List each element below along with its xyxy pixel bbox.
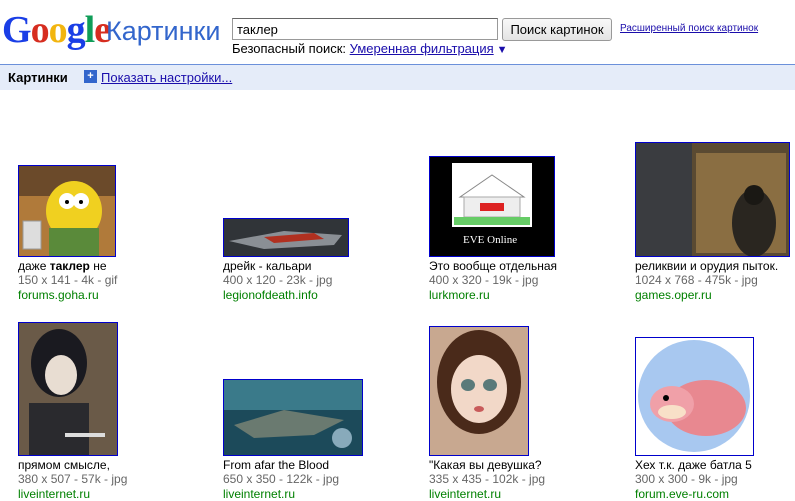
result-thumbnail[interactable] xyxy=(18,322,118,456)
logo-subtitle: Картинки xyxy=(106,16,221,46)
title-highlight: таклер xyxy=(49,259,90,273)
show-settings-link[interactable]: Показать настройки... xyxy=(101,70,232,85)
hooded-figure-image xyxy=(636,143,789,256)
dropdown-arrow-icon[interactable]: ▼ xyxy=(497,44,508,56)
plus-icon[interactable]: + xyxy=(84,70,97,83)
result-thumbnail[interactable] xyxy=(429,326,529,456)
result-meta: 400 x 320 - 19k - jpg xyxy=(429,273,539,287)
result-thumbnail[interactable] xyxy=(635,337,754,456)
result-site: liveinternet.ru xyxy=(223,487,296,501)
result-site: liveinternet.ru xyxy=(18,487,91,501)
logo-letter: G xyxy=(2,9,32,51)
title-text: не xyxy=(89,259,107,273)
result-meta: 335 x 435 - 102k - jpg xyxy=(429,472,546,486)
result-site: forums.goha.ru xyxy=(18,288,99,302)
result-title[interactable]: прямом смысле, xyxy=(18,458,110,472)
toolbar-title: Картинки xyxy=(8,70,68,85)
doll-with-cigarette-image xyxy=(19,323,117,455)
result-title[interactable]: From afar the Blood xyxy=(223,458,329,472)
google-logo-word: Google xyxy=(2,9,111,51)
pink-creature-image xyxy=(636,338,753,455)
logo-letter: o xyxy=(48,9,68,51)
search-images-button[interactable]: Поиск картинок xyxy=(502,18,612,41)
result-meta: 650 x 350 - 122k - jpg xyxy=(223,472,340,486)
result-site: liveinternet.ru xyxy=(429,487,502,501)
result-site: forum.eve-ru.com xyxy=(635,487,730,501)
logo-letter: g xyxy=(66,9,86,51)
result-title[interactable]: даже таклер не xyxy=(18,259,107,273)
result-meta: 380 x 507 - 57k - jpg xyxy=(18,472,128,486)
safe-search-label: Безопасный поиск: xyxy=(232,41,347,56)
result-title[interactable]: "Какая вы девушка? xyxy=(429,458,542,472)
result-title[interactable]: Хех т.к. даже батла 5 xyxy=(635,458,752,472)
result-title[interactable]: реликвии и орудия пыток. xyxy=(635,259,778,273)
logo-letter: l xyxy=(84,9,96,51)
title-text: даже xyxy=(18,259,50,273)
cartoon-character-image xyxy=(19,166,115,256)
result-meta: 1024 x 768 - 475k - jpg xyxy=(635,273,758,287)
result-meta: 400 x 120 - 23k - jpg xyxy=(223,273,333,287)
result-thumbnail[interactable] xyxy=(223,379,363,456)
logo-letter: o xyxy=(30,9,50,51)
result-title[interactable]: дрейк - кальари xyxy=(223,259,311,273)
result-site: lurkmore.ru xyxy=(429,288,490,302)
result-site: legionofdeath.info xyxy=(223,288,318,302)
advanced-search-link[interactable]: Расширенный поиск картинок xyxy=(620,23,758,34)
space-battle-image xyxy=(224,380,362,455)
result-meta: 300 x 300 - 9k - jpg xyxy=(635,472,738,486)
results-toolbar: Картинки + Показать настройки... xyxy=(0,64,795,90)
result-thumbnail[interactable] xyxy=(223,218,349,257)
result-meta: 150 x 141 - 4k - gif xyxy=(18,273,118,287)
result-thumbnail[interactable] xyxy=(18,165,116,257)
doll-portrait-image xyxy=(430,327,528,455)
safe-search-dropdown[interactable]: Умеренная фильтрация xyxy=(350,41,494,56)
result-thumbnail[interactable] xyxy=(635,142,790,257)
safe-search-row: Безопасный поиск: Умеренная фильтрация ▼ xyxy=(232,41,508,56)
thumb-caption: EVE Online xyxy=(463,234,518,246)
result-site: games.oper.ru xyxy=(635,288,712,302)
search-input[interactable] xyxy=(232,18,498,40)
spaceship-image xyxy=(224,219,348,256)
result-title[interactable]: Это вообще отдельная xyxy=(429,259,557,273)
